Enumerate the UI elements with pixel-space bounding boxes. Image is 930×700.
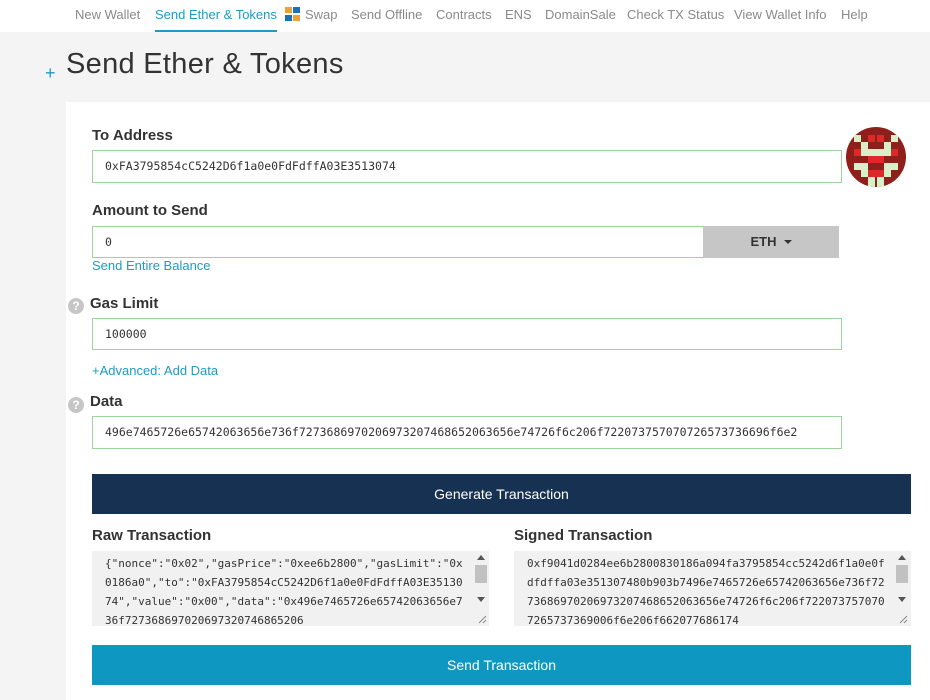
scroll-thumb[interactable]: [475, 565, 487, 583]
to-address-input[interactable]: 0xFA3795854cC5242D6f1a0e0FdFdffA03E35130…: [92, 150, 842, 183]
signed-transaction-textarea[interactable]: 0xf9041d0284ee6b2800830186a094fa3795854c…: [514, 551, 911, 626]
nav-domainsale[interactable]: DomainSale: [545, 0, 616, 30]
resize-grip-icon[interactable]: [898, 614, 908, 624]
nav-help[interactable]: Help: [841, 0, 868, 30]
gas-limit-label: Gas Limit: [90, 295, 159, 312]
scroll-up-arrow-icon[interactable]: [477, 555, 485, 560]
send-entire-balance-link[interactable]: Send Entire Balance: [92, 258, 211, 273]
nav-send-offline[interactable]: Send Offline: [351, 0, 422, 30]
scroll-thumb[interactable]: [896, 565, 908, 583]
unit-dropdown[interactable]: ETH: [703, 226, 839, 258]
nav-contracts[interactable]: Contracts: [436, 0, 492, 30]
amount-label: Amount to Send: [92, 202, 208, 219]
data-input[interactable]: 496e7465726e65742063656e736f727368697020…: [92, 416, 842, 449]
scroll-down-arrow-icon[interactable]: [898, 597, 906, 602]
data-label: Data: [90, 393, 123, 410]
nav-swap[interactable]: Swap: [285, 0, 338, 30]
chevron-down-icon: [783, 240, 792, 244]
scroll-up-arrow-icon[interactable]: [898, 555, 906, 560]
nav-new-wallet[interactable]: New Wallet: [75, 0, 140, 30]
advanced-add-data-link[interactable]: +Advanced: Add Data: [92, 363, 218, 378]
page-title: Send Ether & Tokens: [66, 48, 344, 80]
swap-icon: [285, 7, 300, 21]
gas-limit-input[interactable]: 100000: [92, 318, 842, 350]
unit-dropdown-label: ETH: [750, 234, 777, 249]
to-address-label: To Address: [92, 127, 173, 144]
data-help-icon[interactable]: ?: [68, 397, 84, 413]
raw-transaction-textarea[interactable]: {"nonce":"0x02","gasPrice":"0xee6b2800",…: [92, 551, 489, 626]
address-identicon-avatar: [846, 127, 906, 187]
nav-send-ether-tokens[interactable]: Send Ether & Tokens: [155, 0, 277, 32]
top-navigation: New Wallet Send Ether & Tokens Swap Send…: [0, 0, 930, 32]
raw-transaction-label: Raw Transaction: [92, 527, 212, 544]
scroll-down-arrow-icon[interactable]: [477, 597, 485, 602]
nav-check-tx-status[interactable]: Check TX Status: [627, 0, 724, 30]
resize-grip-icon[interactable]: [477, 614, 487, 624]
nav-view-wallet-info[interactable]: View Wallet Info: [734, 0, 827, 30]
expand-plus-icon[interactable]: +: [45, 64, 56, 82]
raw-transaction-scrollbar[interactable]: [474, 551, 488, 606]
nav-ens[interactable]: ENS: [505, 0, 532, 30]
gas-limit-help-icon[interactable]: ?: [68, 298, 84, 314]
generate-transaction-button[interactable]: Generate Transaction: [92, 474, 911, 514]
signed-transaction-label: Signed Transaction: [514, 527, 653, 544]
nav-swap-label: Swap: [305, 7, 338, 22]
send-transaction-button[interactable]: Send Transaction: [92, 645, 911, 685]
signed-transaction-scrollbar[interactable]: [895, 551, 909, 606]
amount-input[interactable]: 0: [92, 226, 704, 258]
